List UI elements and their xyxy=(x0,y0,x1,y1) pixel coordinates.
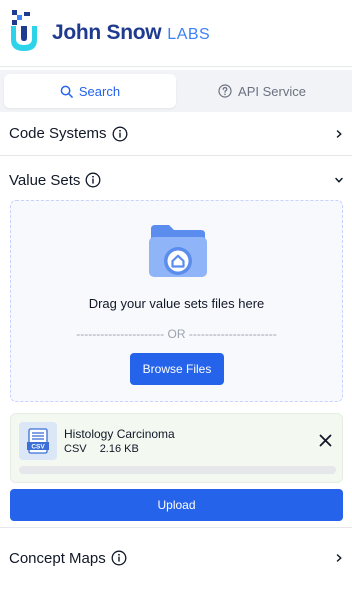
brand-suffix: LABS xyxy=(167,26,211,43)
file-name: Histology Carcinoma xyxy=(64,427,175,441)
uploaded-file-card: CSV Histology Carcinoma CSV 2.16 KB xyxy=(10,413,343,483)
section-concept-maps[interactable]: Concept Maps xyxy=(0,536,352,580)
section-value-sets[interactable]: Value Sets xyxy=(0,158,352,202)
or-divider: ---------------------- OR --------------… xyxy=(76,327,277,341)
info-icon[interactable] xyxy=(112,126,128,142)
file-size: 2.16 KB xyxy=(99,443,139,455)
header-divider xyxy=(0,66,352,67)
section-divider xyxy=(0,527,352,528)
section-value-sets-title: Value Sets xyxy=(9,171,81,189)
dropzone-instruction: Drag your value sets files here xyxy=(88,296,265,311)
info-icon[interactable] xyxy=(85,172,101,188)
brand-wordmark: John Snow LABS xyxy=(52,21,210,45)
browse-files-button[interactable]: Browse Files xyxy=(130,353,224,385)
section-concept-maps-title: Concept Maps xyxy=(9,549,106,567)
john-snow-labs-logo-icon xyxy=(11,10,37,51)
help-circle-icon xyxy=(218,84,232,98)
tab-api-service[interactable]: API Service xyxy=(176,74,348,108)
file-type: CSV xyxy=(64,443,87,455)
tab-api-service-label: API Service xyxy=(238,83,306,99)
upload-button[interactable]: Upload xyxy=(10,489,343,521)
info-icon[interactable] xyxy=(111,550,127,566)
remove-file-close-icon[interactable] xyxy=(318,433,332,447)
brand-name: John Snow xyxy=(52,21,162,44)
csv-file-icon: CSV xyxy=(19,422,57,460)
folder-upload-icon xyxy=(149,225,207,277)
section-code-systems[interactable]: Code Systems xyxy=(0,112,352,156)
section-code-systems-title: Code Systems xyxy=(9,125,107,142)
tab-search-label: Search xyxy=(78,83,121,99)
search-icon xyxy=(60,85,73,98)
csv-file-icon-label: CSV xyxy=(31,444,45,451)
file-meta: CSV 2.16 KB xyxy=(64,443,139,455)
tab-search[interactable]: Search xyxy=(4,74,176,108)
file-dropzone[interactable]: Drag your value sets files here --------… xyxy=(10,200,343,402)
chevron-right-icon xyxy=(334,553,344,563)
mode-tabs: Search API Service xyxy=(0,70,352,112)
upload-progress-bar xyxy=(19,466,336,474)
chevron-right-icon xyxy=(334,129,344,139)
chevron-down-icon xyxy=(334,175,344,185)
header: John Snow LABS xyxy=(0,0,352,66)
